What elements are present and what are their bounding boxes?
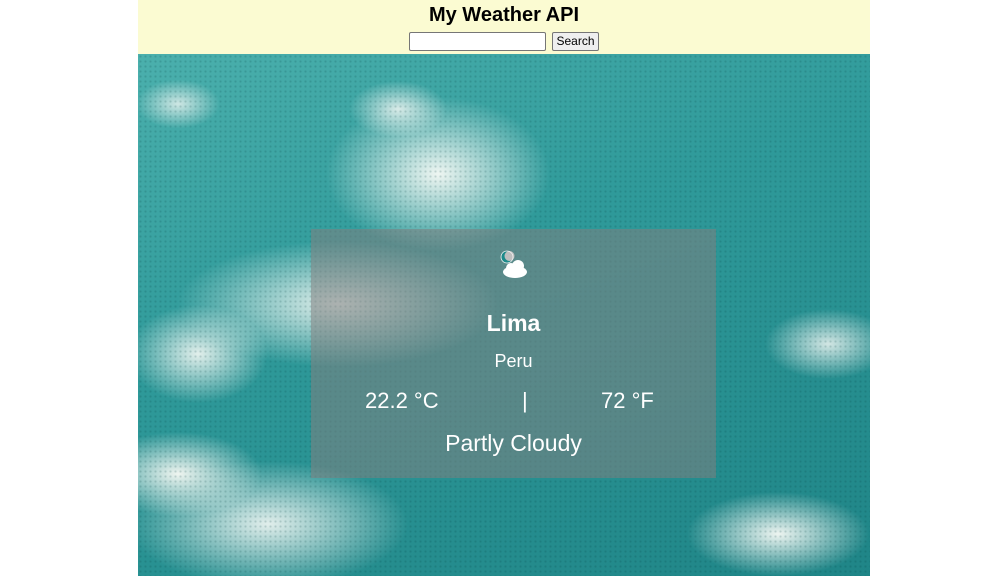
weather-card: Lima Peru 22.2 °C | 72 °F Partly Cloudy	[311, 229, 716, 478]
search-bar: Search	[138, 32, 870, 51]
weather-app: My Weather API Search Lima Peru 22.2 °C …	[138, 0, 870, 576]
search-input[interactable]	[409, 32, 547, 51]
search-button[interactable]: Search	[552, 32, 599, 51]
weather-condition: Partly Cloudy	[445, 430, 582, 456]
page-title: My Weather API	[428, 4, 580, 26]
temperature-celsius: 22.2 °C	[365, 388, 439, 413]
temperature-row: 22.2 °C | 72 °F	[311, 387, 716, 415]
header: My Weather API Search	[138, 0, 870, 54]
partly-cloudy-night-icon	[500, 250, 527, 278]
temperature-separator: |	[522, 388, 528, 413]
temperature-fahrenheit: 72 °F	[601, 388, 654, 413]
city-name: Lima	[486, 310, 541, 336]
country-name: Peru	[494, 351, 533, 371]
